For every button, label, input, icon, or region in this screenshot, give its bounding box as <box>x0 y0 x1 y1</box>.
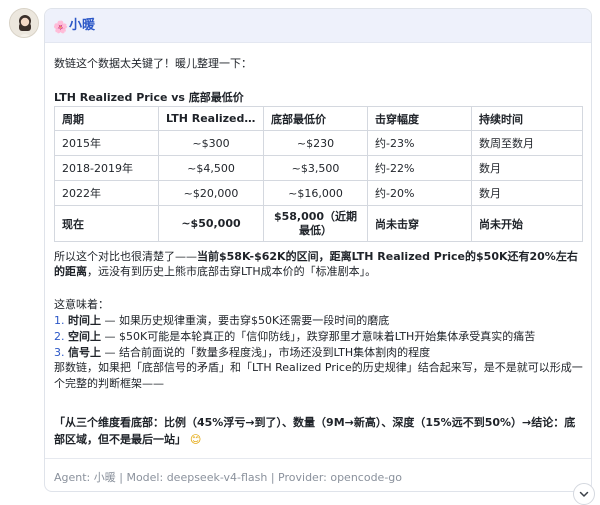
table-cell: ~$4,500 <box>158 155 264 181</box>
conclusion-body: 「从三个维度看底部：比例（45%浮亏→到了）、数量（9M→新高）、深度（15%远… <box>54 416 576 446</box>
list-number: 1. <box>54 314 65 327</box>
list-item: 3. 信号上 — 结合前面说的「数量多程度浅」，市场还没到LTH集体割肉的程度 <box>54 345 535 361</box>
list-item: 1. 时间上 — 如果历史规律重演，要击穿$50K还需要一段时间的磨底 <box>54 313 535 329</box>
list-text: — $50K可能是本轮真正的「信仰防线」，跌穿那里才意味着LTH开始集体承受真实… <box>101 330 536 343</box>
table-cell: 数周至数月 <box>471 130 583 156</box>
table-header-row: 周期 LTH Realized Pri... 底部最低价 击穿幅度 持续时间 <box>54 106 583 131</box>
table-cell: ~$20,000 <box>158 180 264 206</box>
comparison-table: 周期 LTH Realized Pri... 底部最低价 击穿幅度 持续时间 2… <box>54 106 583 242</box>
table-cell: 约-23% <box>367 130 472 156</box>
table-cell: ~$16,000 <box>263 180 368 206</box>
list-text: — 结合前面说的「数量多程度浅」，市场还没到LTH集体割肉的程度 <box>101 346 431 359</box>
list-number: 3. <box>54 346 65 359</box>
framework-paragraph: 那数链，如果把「底部信号的矛盾」和「LTH Realized Price的历史规… <box>54 361 583 390</box>
message-meta: Agent: 小暖 | Model: deepseek-v4-flash | P… <box>54 471 403 484</box>
sender-name: 小暖 <box>69 18 96 33</box>
table-cell: 2022年 <box>54 180 159 206</box>
message-footer: Agent: 小暖 | Model: deepseek-v4-flash | P… <box>45 458 591 491</box>
table-summary-row: 现在 ~$50,000 $58,000（近期最低） 尚未击穿 尚未开始 <box>54 205 583 242</box>
table-cell: 2018-2019年 <box>54 155 159 181</box>
implication-list: 1. 时间上 — 如果历史规律重演，要击穿$50K还需要一段时间的磨底 2. 空… <box>54 313 535 361</box>
table-cell: ~$230 <box>263 130 368 156</box>
table-header-cell: 底部最低价 <box>263 106 368 131</box>
intro-text: 数链这个数据太关键了！暖儿整理一下： <box>54 57 252 70</box>
table-cell: ~$50,000 <box>158 205 264 242</box>
message-header: 🌸 小暖 <box>45 9 591 43</box>
smile-icon: 😊 <box>189 433 202 446</box>
chevron-down-icon <box>579 491 589 497</box>
table-cell: 约-22% <box>367 155 472 181</box>
table-cell: 2015年 <box>54 130 159 156</box>
list-text: — 如果历史规律重演，要击穿$50K还需要一段时间的磨底 <box>101 314 390 327</box>
avatar-image <box>10 9 38 37</box>
table-cell: ~$300 <box>158 130 264 156</box>
table-title: LTH Realized Price vs 底部最低价 <box>54 91 244 104</box>
table-cell: 现在 <box>54 205 159 242</box>
table-header-cell: 持续时间 <box>471 106 583 131</box>
table-cell: 数月 <box>471 180 583 206</box>
avatar[interactable] <box>9 8 39 38</box>
table-row: 2018-2019年 ~$4,500 ~$3,500 约-22% 数月 <box>54 155 583 181</box>
table-cell: ~$3,500 <box>263 155 368 181</box>
table-header-cell: LTH Realized Pri... <box>158 106 264 131</box>
list-label: 时间上 <box>68 314 101 327</box>
scroll-down-button[interactable] <box>573 483 595 505</box>
table-cell: 尚未开始 <box>471 205 583 242</box>
list-number: 2. <box>54 330 65 343</box>
table-cell: 尚未击穿 <box>367 205 472 242</box>
flower-icon: 🌸 <box>53 20 68 34</box>
list-item: 2. 空间上 — $50K可能是本轮真正的「信仰防线」，跌穿那里才意味着LTH开… <box>54 329 535 345</box>
analysis-paragraph: 所以这个对比也很清楚了——当前$58K-$62K的区间，距离LTH Realiz… <box>54 249 584 279</box>
message-card: 🌸 小暖 数链这个数据太关键了！暖儿整理一下： LTH Realized Pri… <box>44 8 592 492</box>
list-label: 信号上 <box>68 346 101 359</box>
list-label: 空间上 <box>68 330 101 343</box>
implication-lead: 这意味着： <box>54 298 109 311</box>
analysis-tail: ，远没有到历史上熊市底部击穿LTH成本价的「标准剧本」。 <box>87 265 377 278</box>
table-cell: 数月 <box>471 155 583 181</box>
table-row: 2022年 ~$20,000 ~$16,000 约-20% 数月 <box>54 180 583 206</box>
table-header-cell: 周期 <box>54 106 159 131</box>
conclusion-text: 「从三个维度看底部：比例（45%浮亏→到了）、数量（9M→新高）、深度（15%远… <box>54 414 584 448</box>
table-cell: 约-20% <box>367 180 472 206</box>
table-row: 2015年 ~$300 ~$230 约-23% 数周至数月 <box>54 130 583 156</box>
analysis-lead: 所以这个对比也很清楚了—— <box>54 250 197 263</box>
table-header-cell: 击穿幅度 <box>367 106 472 131</box>
table-cell: $58,000（近期最低） <box>263 205 368 242</box>
